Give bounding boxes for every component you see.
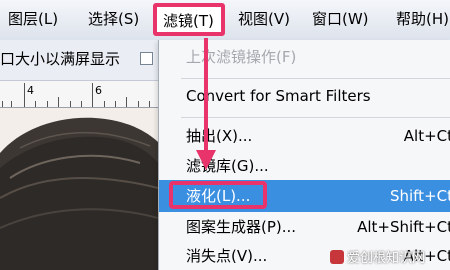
watermark-logo-icon xyxy=(330,250,344,264)
annotation-arrow-icon xyxy=(196,38,216,170)
watermark: 爱创根知识网 xyxy=(330,247,425,266)
